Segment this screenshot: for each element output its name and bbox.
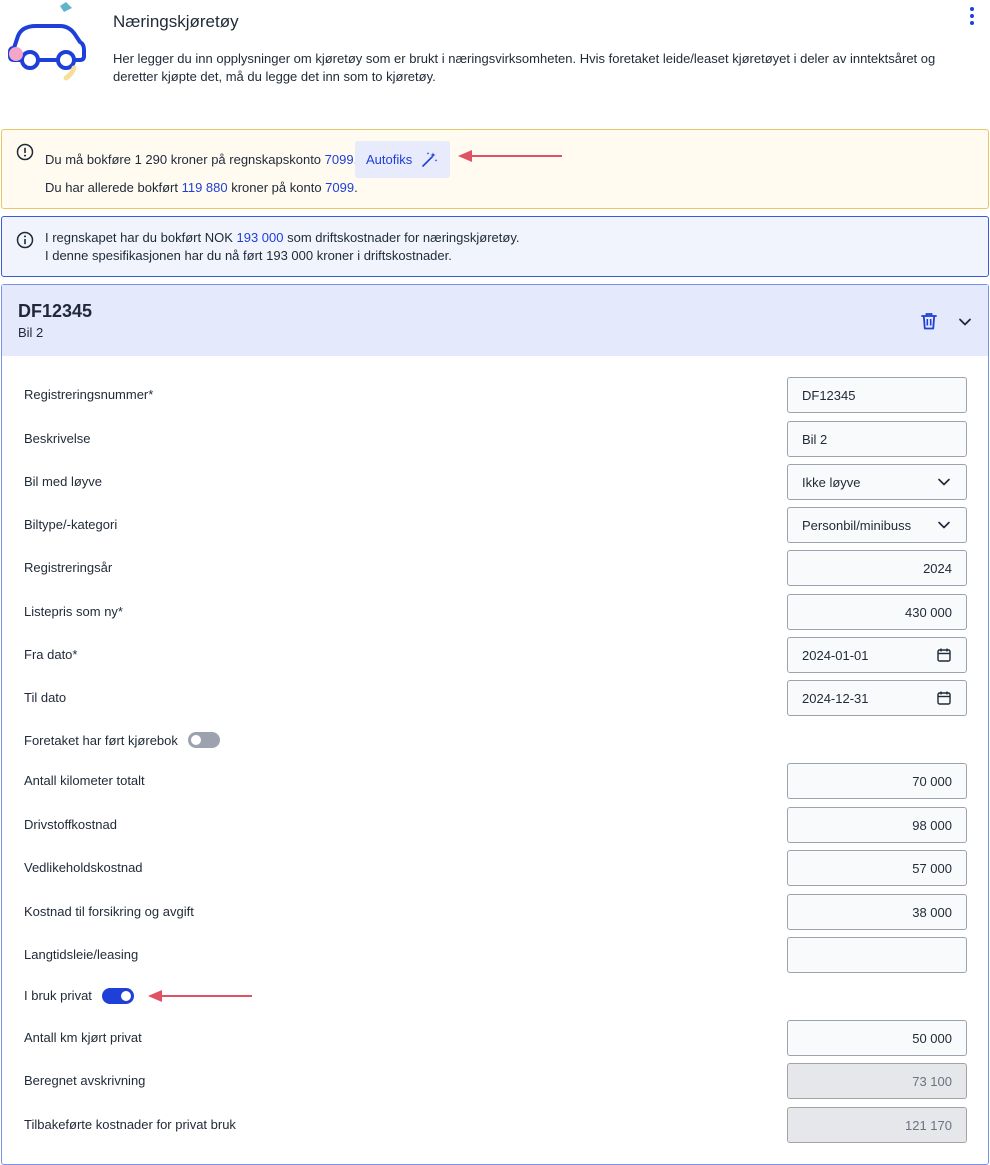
km-total-input[interactable]: 70 000 [787, 763, 967, 799]
reg-year-value: 2024 [923, 560, 952, 576]
vehicle-subtitle: Bil 2 [18, 325, 44, 340]
info-alert [1, 216, 989, 277]
maintenance-cost-label: Vedlikeholdskostnad [24, 860, 143, 875]
reg-number-value: DF12345 [802, 387, 856, 403]
warning-line-2: Du har allerede bokført 119 880 kroner p… [45, 180, 358, 195]
vehicle-type-label: Biltype/-kategori [24, 517, 118, 532]
toggle-knob [121, 991, 131, 1001]
maintenance-cost-input[interactable]: 57 000 [787, 850, 967, 886]
amount-link[interactable]: 119 880 [182, 180, 228, 195]
fuel-cost-value: 98 000 [912, 817, 952, 833]
reg-number-label: Registreringsnummer* [24, 387, 154, 402]
reversed-cost-field: 121 170 [787, 1107, 967, 1143]
description-value: Bil 2 [802, 431, 828, 447]
fuel-cost-label: Drivstoffkostnad [24, 817, 117, 832]
vehicle-title: DF12345 [18, 301, 93, 321]
reg-year-input[interactable]: 2024 [787, 550, 967, 586]
warning-alert [1, 129, 989, 209]
vehicle-type-value: Personbil/minibuss [802, 517, 912, 533]
cost-link[interactable]: 193 000 [236, 230, 283, 245]
chevron-down-icon [938, 521, 950, 529]
reg-number-input[interactable]: DF12345 [787, 377, 967, 413]
depreciation-label: Beregnet avskrivning [24, 1073, 146, 1088]
exclamation-circle-icon [16, 143, 34, 161]
annotation-arrow [148, 990, 252, 1002]
from-date-label: Fra dato* [24, 647, 78, 662]
chevron-down-icon[interactable] [956, 313, 974, 331]
license-value: Ikke løyve [802, 474, 861, 490]
annotation-arrow [458, 150, 562, 162]
km-private-value: 50 000 [912, 1030, 952, 1046]
to-date-label: Til dato [24, 690, 67, 705]
calendar-icon[interactable] [936, 647, 952, 663]
list-price-label: Listepris som ny* [24, 604, 123, 619]
license-select[interactable]: Ikke løyve [787, 464, 967, 500]
km-private-label: Antall km kjørt privat [24, 1030, 142, 1045]
autofix-label: Autofiks [366, 152, 413, 167]
km-total-value: 70 000 [912, 773, 952, 789]
magic-wand-icon [422, 151, 438, 167]
description-input[interactable]: Bil 2 [787, 421, 967, 457]
list-price-input[interactable]: 430 000 [787, 594, 967, 630]
info-line-1: I regnskapet har du bokført NOK 193 000 … [45, 230, 519, 245]
warning-text-2-mid: kroner på konto [227, 180, 326, 195]
logbook-label: Foretaket har ført kjørebok [24, 733, 178, 748]
vehicle-type-select[interactable]: Personbil/minibuss [787, 507, 967, 543]
from-date-input[interactable]: 2024-01-01 [787, 637, 967, 673]
to-date-value: 2024-12-31 [802, 690, 869, 706]
km-total-label: Antall kilometer totalt [24, 773, 145, 788]
trash-icon[interactable] [919, 311, 939, 331]
warning-text-2-end: . [354, 180, 358, 195]
page-description: Her legger du inn opplysninger om kjøret… [113, 51, 936, 84]
leasing-input[interactable] [787, 937, 967, 973]
insurance-cost-value: 38 000 [912, 904, 952, 920]
from-date-value: 2024-01-01 [802, 647, 869, 663]
reversed-cost-value: 121 170 [905, 1117, 952, 1133]
maintenance-cost-value: 57 000 [912, 860, 952, 876]
info-text: I regnskapet har du bokført NOK [45, 230, 237, 245]
account-link-2[interactable]: 7099 [325, 180, 354, 195]
private-use-toggle[interactable] [102, 988, 134, 1004]
vehicle-card-header[interactable]: DF12345 Bil 2 [2, 285, 988, 356]
info-circle-icon [16, 231, 34, 249]
depreciation-field: 73 100 [787, 1063, 967, 1099]
info-text-end: som driftskostnader for næringskjøretøy. [283, 230, 520, 245]
license-label: Bil med løyve [24, 474, 103, 489]
km-private-input[interactable]: 50 000 [787, 1020, 967, 1056]
reg-year-label: Registreringsår [24, 560, 113, 575]
info-line-2: I denne spesifikasjonen har du nå ført 1… [45, 248, 452, 263]
to-date-input[interactable]: 2024-12-31 [787, 680, 967, 716]
description-label: Beskrivelse [24, 431, 91, 446]
kebab-menu-icon[interactable] [963, 6, 981, 26]
autofix-button[interactable]: Autofiks [355, 141, 450, 178]
insurance-cost-label: Kostnad til forsikring og avgift [24, 904, 194, 919]
list-price-value: 430 000 [905, 604, 952, 620]
toggle-knob [191, 735, 201, 745]
page-header: Næringskjøretøy Her legger du inn opplys… [0, 0, 990, 110]
depreciation-value: 73 100 [912, 1073, 952, 1089]
calendar-icon[interactable] [936, 690, 952, 706]
chevron-down-icon [938, 478, 950, 486]
leasing-label: Langtidsleie/leasing [24, 947, 139, 962]
reversed-cost-label: Tilbakeførte kostnader for privat bruk [24, 1117, 236, 1132]
account-link[interactable]: 7099 [325, 152, 354, 167]
warning-line-1: Du må bokføre 1 290 kroner på regnskapsk… [45, 152, 357, 167]
car-logo-icon [8, 2, 86, 81]
warning-text-2: Du har allerede bokført [45, 180, 182, 195]
private-use-label: I bruk privat [24, 988, 92, 1003]
warning-text: Du må bokføre 1 290 kroner på regnskapsk… [45, 152, 325, 167]
logbook-toggle[interactable] [188, 732, 220, 748]
insurance-cost-input[interactable]: 38 000 [787, 894, 967, 930]
fuel-cost-input[interactable]: 98 000 [787, 807, 967, 843]
page-title: Næringskjøretøy [113, 12, 239, 31]
